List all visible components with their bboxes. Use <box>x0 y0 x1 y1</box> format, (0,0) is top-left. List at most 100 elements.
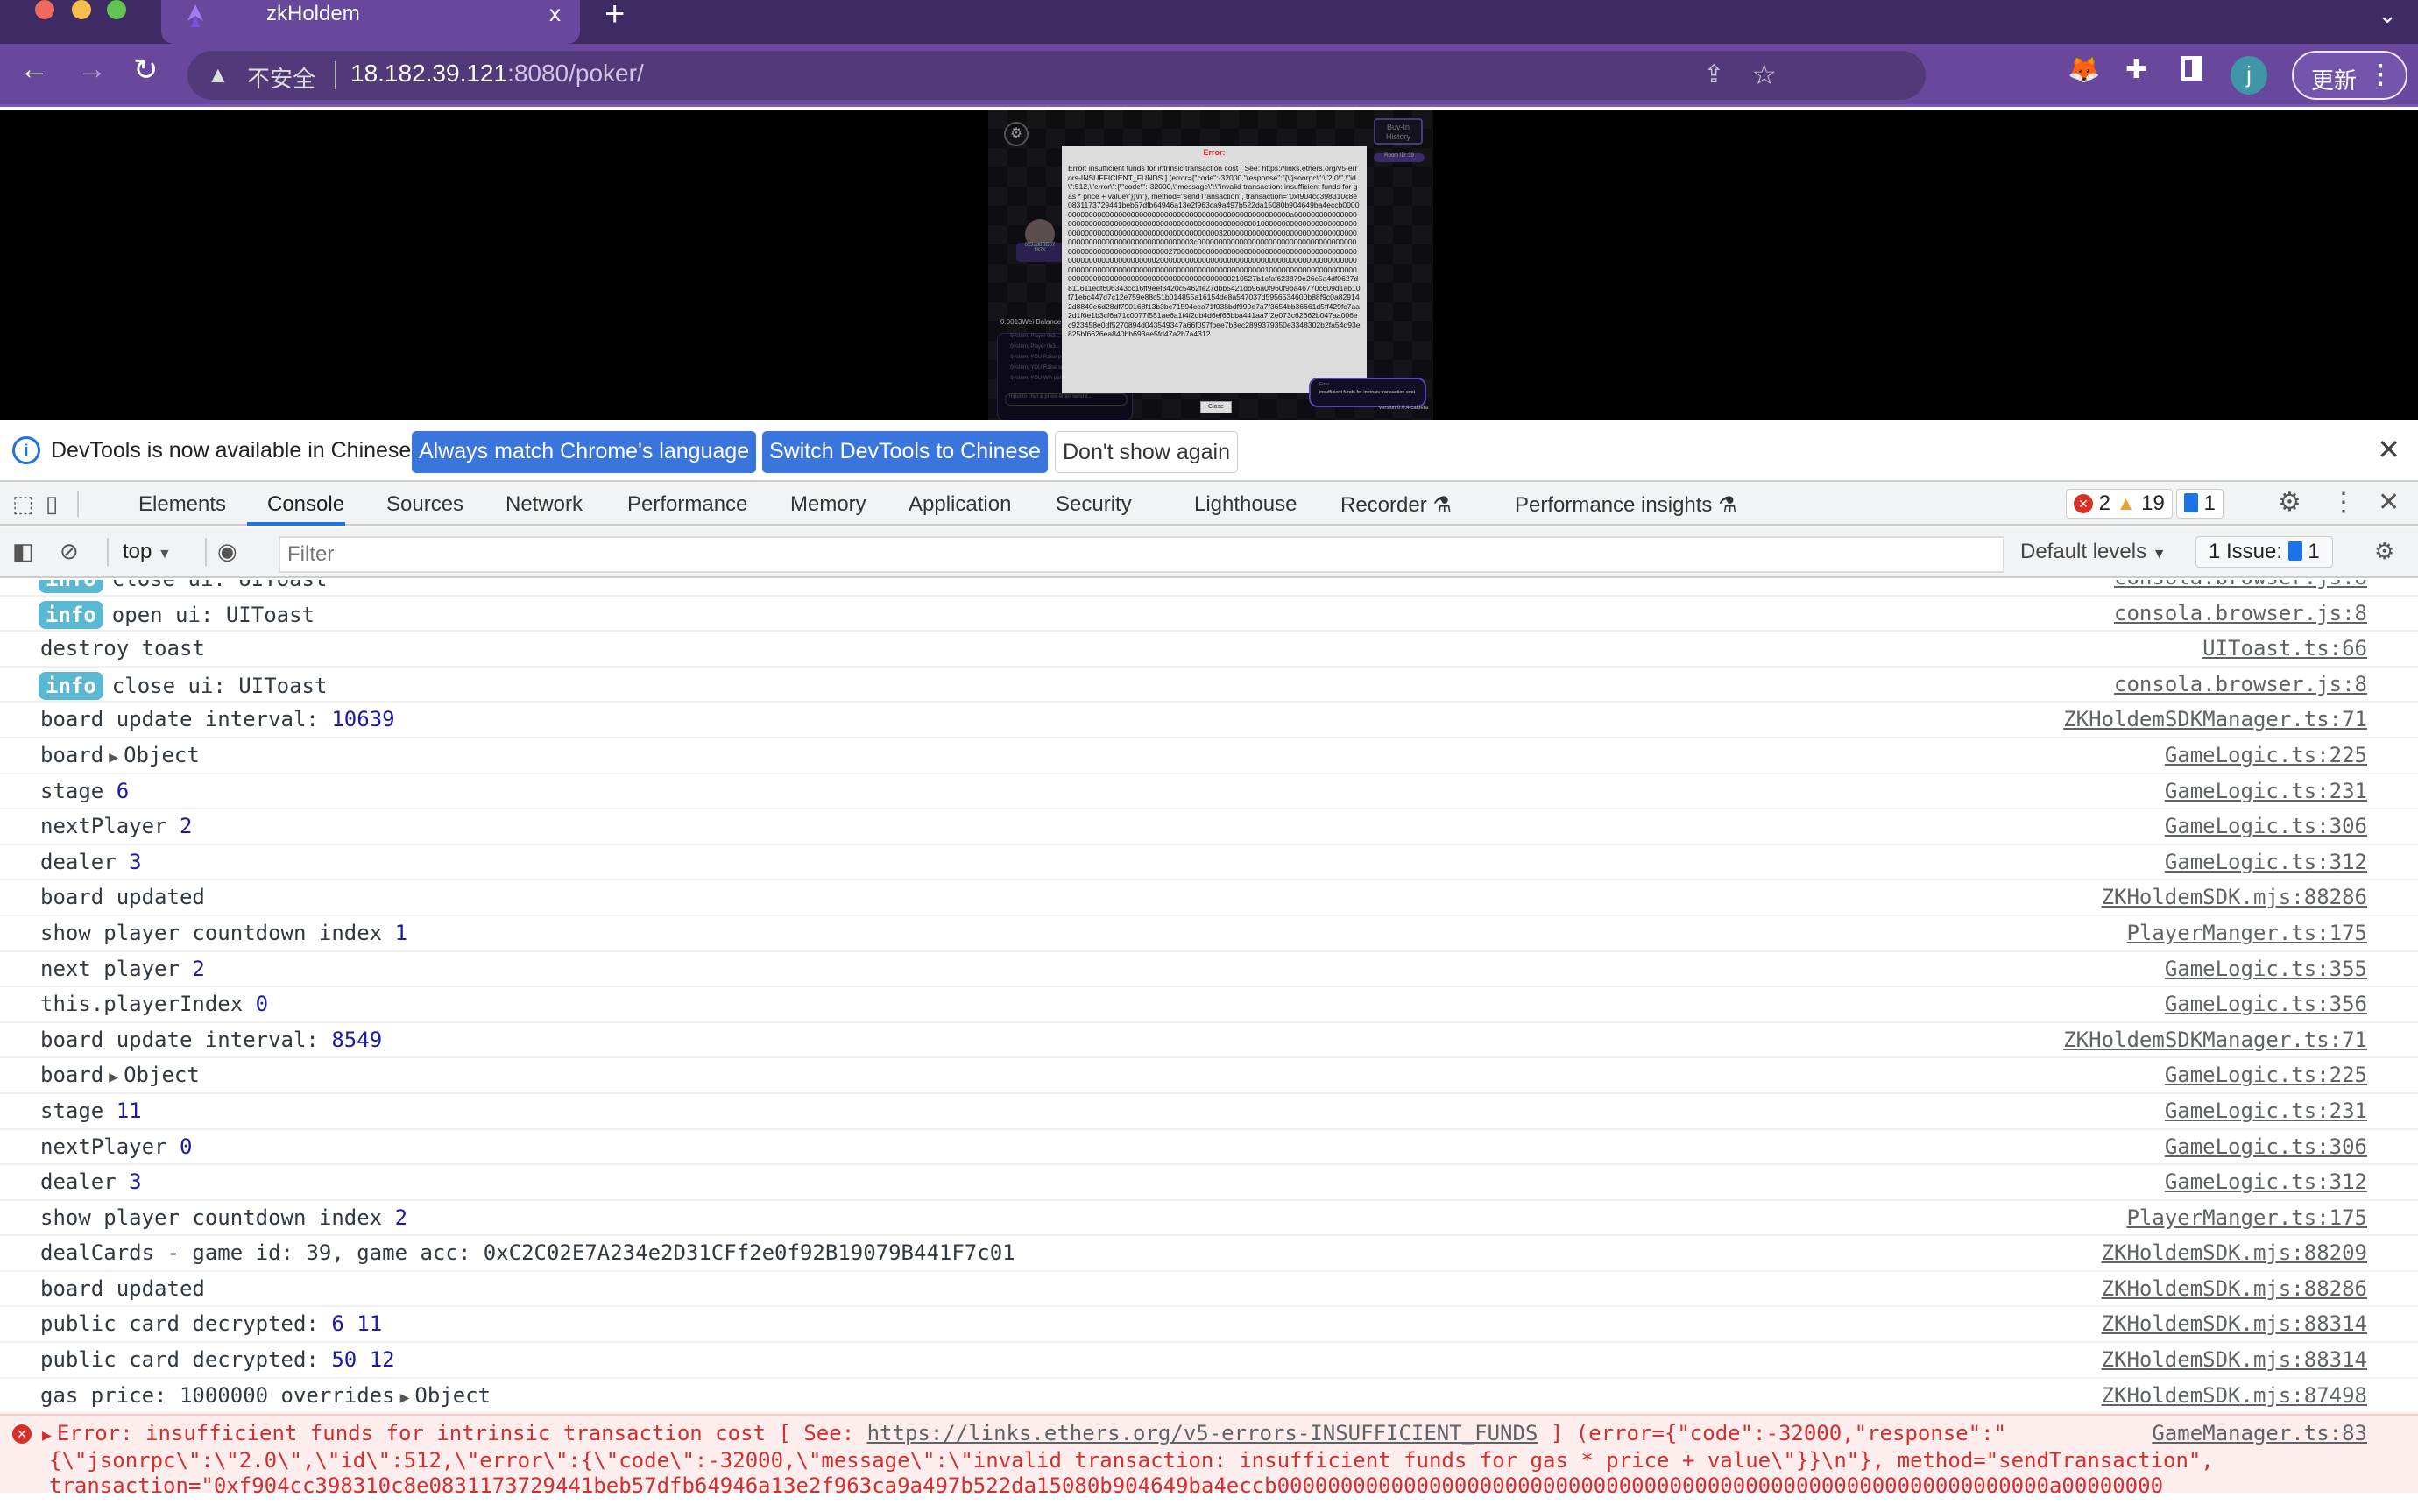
profile-avatar[interactable]: j <box>2231 56 2267 95</box>
log-text: dealCards - game id: 39, game acc: 0xC2C… <box>40 1240 1015 1266</box>
tab-application[interactable]: Application <box>909 492 1011 517</box>
back-arrow-icon[interactable]: ← <box>19 53 49 87</box>
chat-input[interactable]: Input to chat & press enter send it... <box>1005 393 1128 406</box>
expand-triangle-icon[interactable]: ▶ <box>109 1068 118 1086</box>
expand-triangle-icon[interactable]: ▶ <box>109 748 118 767</box>
console-log-row: nextPlayer 2 GameLogic.ts:306 <box>0 809 2418 845</box>
source-link[interactable]: GameLogic.ts:355 <box>2165 957 2367 981</box>
window-minimize-button[interactable] <box>72 0 91 19</box>
object-preview[interactable]: Object <box>414 1383 491 1408</box>
update-button[interactable]: 更新 ⋮ <box>2292 51 2407 100</box>
source-link[interactable]: consola.browser.js:8 <box>2114 601 2367 625</box>
inspect-element-icon[interactable]: ⬚ <box>12 491 34 518</box>
issue-counters[interactable]: ✕ 2 ▲ 19 1 <box>2066 489 2227 520</box>
log-levels-dropdown[interactable]: Default levels ▼ <box>2020 540 2167 564</box>
kebab-menu-icon[interactable]: ⋮ <box>2367 60 2393 90</box>
expand-triangle-icon[interactable]: ▶ <box>42 1426 52 1445</box>
log-message: dealer 3 <box>40 850 142 874</box>
clear-console-icon[interactable]: ⊘ <box>60 538 79 565</box>
device-toolbar-icon[interactable]: ▯ <box>46 491 58 518</box>
source-link[interactable]: UIToast.ts:66 <box>2202 636 2367 661</box>
tab-performance-insights[interactable]: Performance insights ⚗ <box>1515 492 1737 518</box>
log-number: 10639 <box>331 707 395 732</box>
browser-tab[interactable]: zkHoldem x <box>161 0 580 44</box>
console-output[interactable]: info close ui: UIToast consola.browser.js:… <box>0 580 2418 1512</box>
tab-elements[interactable]: Elements <box>138 492 226 517</box>
source-link[interactable]: GameLogic.ts:356 <box>2165 992 2367 1016</box>
info-badge: info <box>39 671 103 700</box>
dont-show-again-button[interactable]: Don't show again <box>1055 431 1239 473</box>
share-icon[interactable]: ⇪ <box>1704 60 1724 88</box>
log-message: board update interval: 8549 <box>40 1028 382 1052</box>
extensions-puzzle-icon[interactable]: ✚ <box>2125 54 2147 85</box>
context-selector[interactable]: top ▼ <box>123 540 172 564</box>
sidebar-toggle-icon[interactable]: ◧ <box>12 538 34 565</box>
source-link[interactable]: GameLogic.ts:231 <box>2165 779 2367 803</box>
side-panel-icon[interactable] <box>2181 56 2202 81</box>
new-tab-button[interactable]: + <box>604 0 625 34</box>
tab-recorder[interactable]: Recorder ⚗ <box>1340 492 1452 518</box>
source-link[interactable]: ZKHoldemSDK.mjs:87498 <box>2102 1383 2367 1408</box>
tab-performance[interactable]: Performance <box>627 492 747 517</box>
source-link[interactable]: GameManager.ts:83 <box>2152 1421 2367 1445</box>
source-link[interactable]: ZKHoldemSDKManager.ts:71 <box>2063 707 2367 731</box>
tab-security[interactable]: Security <box>1056 492 1132 517</box>
live-expression-eye-icon[interactable]: ◉ <box>217 538 237 565</box>
source-link[interactable]: GameLogic.ts:312 <box>2165 850 2367 874</box>
infobar-close-icon[interactable]: ✕ <box>2377 433 2400 466</box>
always-match-language-button[interactable]: Always match Chrome's language <box>412 431 757 473</box>
source-link[interactable]: GameLogic.ts:231 <box>2165 1099 2367 1123</box>
object-preview[interactable]: Object <box>124 743 200 767</box>
issues-button[interactable]: 1 Issue: 1 <box>2195 536 2333 568</box>
tab-close-icon[interactable]: x <box>549 0 561 27</box>
tab-search-chevron-icon[interactable]: ⌄ <box>2378 2 2397 29</box>
tab-console[interactable]: Console <box>267 492 344 517</box>
log-text: public card decrypted: <box>40 1347 332 1373</box>
error-warning-counter[interactable]: ✕ 2 ▲ 19 <box>2066 489 2173 519</box>
source-link[interactable]: GameLogic.ts:225 <box>2165 1063 2367 1087</box>
source-link[interactable]: ZKHoldemSDKManager.ts:71 <box>2063 1028 2367 1052</box>
url-text[interactable]: 18.182.39.121:8080/poker/ <box>350 60 644 88</box>
settings-gear-icon[interactable]: ⚙ <box>1004 122 1029 146</box>
source-link[interactable]: ZKHoldemSDK.mjs:88209 <box>2102 1240 2367 1265</box>
tab-lighthouse[interactable]: Lighthouse <box>1194 492 1297 517</box>
expand-triangle-icon[interactable]: ▶ <box>400 1388 410 1407</box>
object-preview[interactable]: Object <box>124 1063 200 1087</box>
metamask-fox-icon[interactable]: 🦊 <box>2068 54 2100 85</box>
settings-gear-icon[interactable]: ⚙ <box>2278 487 2301 518</box>
tab-sources[interactable]: Sources <box>386 492 463 517</box>
console-error-row[interactable]: ✕ ▶ Error: insufficient funds for intrins… <box>0 1414 2418 1498</box>
poker-game-canvas[interactable]: ⚙ Buy-In History Room ID: 39 0x3ud8BD67 … <box>988 110 1433 420</box>
message-counter[interactable]: 1 <box>2175 489 2224 519</box>
source-link[interactable]: ZKHoldemSDK.mjs:88314 <box>2102 1347 2367 1372</box>
switch-to-chinese-button[interactable]: Switch DevTools to Chinese <box>762 431 1048 473</box>
source-link[interactable]: consola.browser.js:8 <box>2114 672 2367 696</box>
forward-arrow-icon[interactable]: → <box>77 53 107 87</box>
buyin-history-button[interactable]: Buy-In History <box>1374 118 1423 145</box>
source-link[interactable]: ZKHoldemSDK.mjs:88314 <box>2102 1311 2367 1336</box>
address-bar[interactable]: ▲ 不安全 18.182.39.121:8080/poker/ ⇪ ☆ <box>187 51 1926 100</box>
reload-icon[interactable]: ↻ <box>133 53 159 88</box>
close-devtools-icon[interactable]: ✕ <box>2378 487 2400 518</box>
error-dialog-close-button[interactable]: Close <box>1200 401 1232 413</box>
bookmark-star-icon[interactable]: ☆ <box>1751 58 1777 91</box>
log-text: stage <box>40 1098 117 1123</box>
source-link[interactable]: consola.browser.js:8 <box>2114 580 2367 590</box>
error-docs-link[interactable]: https://links.ethers.org/v5-errors-INSUF… <box>867 1421 1538 1445</box>
console-filter-input[interactable] <box>279 536 2004 573</box>
window-close-button[interactable] <box>35 0 54 19</box>
source-link[interactable]: GameLogic.ts:312 <box>2165 1169 2367 1194</box>
source-link[interactable]: ZKHoldemSDK.mjs:88286 <box>2102 1276 2367 1301</box>
source-link[interactable]: ZKHoldemSDK.mjs:88286 <box>2102 885 2367 909</box>
source-link[interactable]: PlayerManger.ts:175 <box>2126 921 2367 945</box>
tab-network[interactable]: Network <box>506 492 583 517</box>
tab-memory[interactable]: Memory <box>790 492 866 517</box>
kebab-menu-icon[interactable]: ⋮ <box>2330 487 2357 518</box>
source-link[interactable]: GameLogic.ts:306 <box>2165 1134 2367 1159</box>
window-zoom-button[interactable] <box>107 0 126 19</box>
source-link[interactable]: GameLogic.ts:306 <box>2165 814 2367 838</box>
log-message: board updated <box>40 885 205 909</box>
source-link[interactable]: PlayerManger.ts:175 <box>2126 1205 2367 1230</box>
source-link[interactable]: GameLogic.ts:225 <box>2165 743 2367 767</box>
console-settings-gear-icon[interactable]: ⚙ <box>2374 538 2394 565</box>
